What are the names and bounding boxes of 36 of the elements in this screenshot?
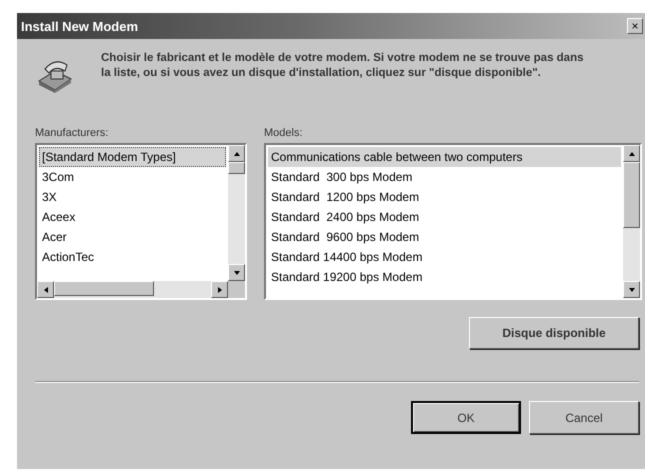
up-arrow-icon: [232, 150, 240, 158]
window-title: Install New Modem: [21, 18, 138, 34]
list-box[interactable]: Communications cable between two computers Standard 300 bps Modem Standard 1200 bps Modem Standard 2400 bps Modem Standard 9600 bps Modem Standard 14400 bps Modem Standard 19200 bps Modem: [264, 143, 642, 300]
horizontal-scrollbar[interactable]: [37, 281, 228, 298]
ok-button[interactable]: OK: [411, 401, 521, 434]
scroll-thumb[interactable]: [54, 281, 154, 296]
list-item[interactable]: Standard 300 bps Modem: [268, 167, 621, 187]
list-item[interactable]: Standard 19200 bps Modem: [268, 267, 621, 287]
have-disk-button[interactable]: Disque disponible: [469, 317, 639, 349]
scroll-thumb[interactable]: [623, 162, 640, 228]
left-arrow-icon: [42, 286, 50, 294]
list-label: Models:: [264, 127, 304, 139]
cancel-button[interactable]: Cancel: [529, 401, 639, 434]
vertical-scrollbar[interactable]: [228, 145, 245, 281]
close-button[interactable]: ×: [627, 18, 643, 34]
list-item[interactable]: Standard 9600 bps Modem: [268, 227, 621, 247]
instructions-text: Choisir le fabricant et le modèle de votre modem. Si votre modem ne se trouve pas dans la liste, ou si vous avez un disque d'installation, cliquez sur "disque disponible".: [101, 51, 585, 81]
down-arrow-icon: [232, 268, 240, 276]
right-arrow-icon: [216, 286, 224, 294]
list-item[interactable]: Standard 2400 bps Modem: [268, 207, 621, 227]
up-arrow-icon: [628, 150, 636, 158]
list-item[interactable]: Standard 14400 bps Modem: [268, 247, 621, 267]
list-box[interactable]: [Standard Modem Types] 3Com 3X Aceex Acer ActionTec: [35, 143, 247, 300]
down-arrow-icon: [628, 286, 636, 294]
vertical-scrollbar[interactable]: [623, 145, 640, 298]
list-item[interactable]: Communications cable between two computers: [268, 147, 621, 167]
list-item[interactable]: [Standard Modem Types]: [39, 147, 226, 167]
list-item[interactable]: 3Com: [39, 167, 226, 187]
scrollbar-corner: [228, 281, 245, 298]
list-item[interactable]: Acer: [39, 227, 226, 247]
list-label: Manufacturers:: [35, 127, 110, 139]
list-item[interactable]: 3X: [39, 187, 226, 207]
list-item[interactable]: ActionTec: [39, 247, 226, 267]
list-item[interactable]: Aceex: [39, 207, 226, 227]
scroll-thumb[interactable]: [228, 162, 245, 174]
list-item[interactable]: Standard 1200 bps Modem: [268, 187, 621, 207]
